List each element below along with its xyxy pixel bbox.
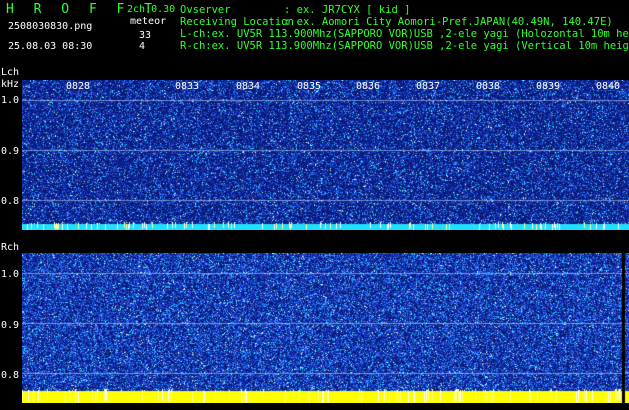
hroftt-window: H R O F F T 2ch 0.30 meteor 2508030830.p… <box>0 0 629 410</box>
lch-unit: kHz <box>1 79 20 90</box>
time-tick-0835: 0835 <box>297 81 322 92</box>
channel-mode: 2ch 0.30 <box>127 4 176 15</box>
lch-label: Lch <box>1 67 20 78</box>
time-tick-0838: 0838 <box>476 81 501 92</box>
time-tick-0834: 0834 <box>236 81 261 92</box>
time-tick-0840: 0840 <box>596 81 621 92</box>
lch-waterfall <box>22 80 629 230</box>
observer-label: Ovserver <box>180 4 231 16</box>
rch-description: R-ch:ex. UV5R 113.900Mhz(SAPPORO VOR)USB… <box>180 40 629 52</box>
lch-ytick-0-8: 0.8 <box>1 196 20 207</box>
lch-description: L-ch:ex. UV5R 113.900Mhz(SAPPORO VOR)USB… <box>180 28 629 40</box>
time-tick-0839: 0839 <box>536 81 561 92</box>
time-tick-0833: 0833 <box>175 81 200 92</box>
time-tick-0836: 0836 <box>356 81 381 92</box>
filename-label: 2508030830.png <box>8 21 93 32</box>
rch-waterfall <box>22 253 629 403</box>
location-value: : ex. Aomori City Aomori-Pref.JAPAN(40.4… <box>284 16 613 28</box>
rch-label: Rch <box>1 242 20 253</box>
time-tick-0828: 0828 <box>66 81 91 92</box>
rch-ytick-0-9: 0.9 <box>1 320 20 331</box>
count-rch: 4 <box>139 41 146 52</box>
datetime-label: 25.08.03 08:30 <box>8 41 93 52</box>
lch-ytick-1-0: 1.0 <box>1 95 20 106</box>
lch-ytick-0-9: 0.9 <box>1 146 20 157</box>
event-type-label: meteor <box>130 16 167 27</box>
rch-ytick-1-0: 1.0 <box>1 269 20 280</box>
rch-ytick-0-8: 0.8 <box>1 370 20 381</box>
count-lch: 33 <box>139 30 152 41</box>
observer-value: : ex. JR7CYX [ kid ] <box>284 4 411 16</box>
location-label: Receiving Location <box>180 16 294 28</box>
time-tick-0837: 0837 <box>416 81 441 92</box>
